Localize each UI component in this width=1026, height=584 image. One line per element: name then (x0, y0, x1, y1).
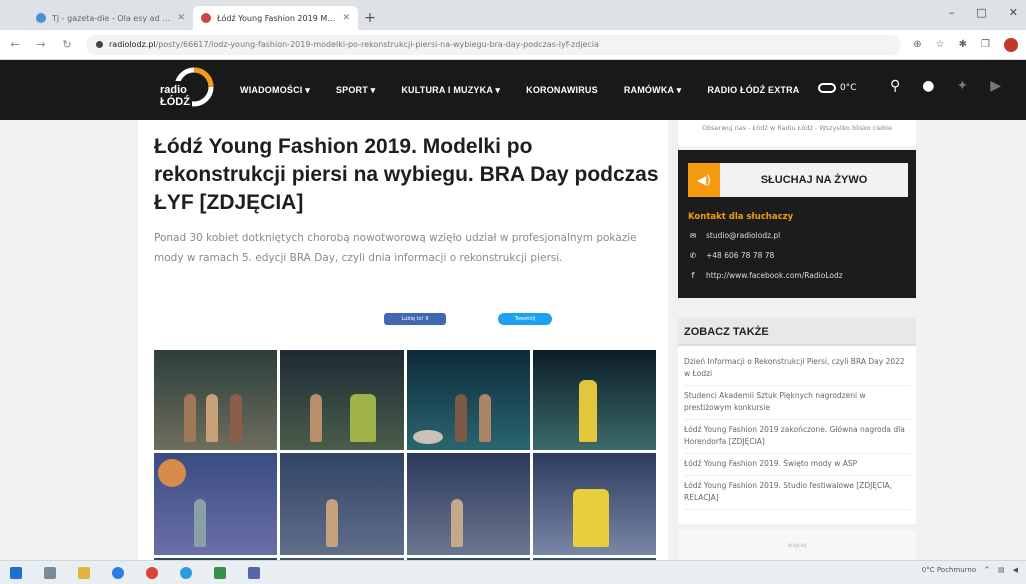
facebook-like-button[interactable]: Lubię to! 9 (384, 313, 446, 325)
page: Tj - gazeta-die - Ola esy ad kangis ✕ Łó… (0, 0, 1026, 584)
chrome-icon[interactable] (146, 566, 158, 579)
article-lead: Ponad 30 kobiet dotkniętych chorobą nowo… (154, 232, 637, 264)
twitter-icon[interactable]: ✦ (956, 78, 968, 94)
tab-search-icon[interactable]: ❐ (981, 39, 990, 50)
tab-title: Łódź Young Fashion 2019 Model (217, 13, 337, 23)
cloud-icon (818, 83, 836, 93)
nav-item-radio-lodz-extra[interactable]: RADIO ŁÓDŹ EXTRA (707, 85, 799, 95)
url-host: radiolodz.pl (109, 40, 156, 49)
url-path: /posty/66617/lodz-young-fashion-2019-mod… (155, 40, 599, 49)
contact-facebook: http://www.facebook.com/RadioLodz (706, 271, 843, 280)
reload-icon[interactable]: ↻ (60, 38, 74, 51)
weather-temperature: 0°C (840, 83, 857, 93)
contact-phone: +48 606 78 78 78 (706, 251, 775, 260)
close-tab-icon[interactable]: ✕ (342, 13, 350, 23)
gallery-photo[interactable] (280, 350, 404, 450)
lock-icon (96, 41, 103, 48)
see-also-link[interactable]: Łódź Young Fashion 2019. Święto mody w A… (684, 454, 910, 476)
navbar-icons: ⚲ ● ✦ ▶ (890, 78, 1001, 94)
window-controls: – □ ✕ (949, 6, 1018, 19)
app-icon[interactable] (180, 566, 192, 579)
close-tab-icon[interactable]: ✕ (177, 13, 185, 23)
tweet-button[interactable]: Tweetnij (498, 313, 552, 325)
nav-item-kultura-i-muzyka[interactable]: KULTURA I MUZYKA ▾ (401, 85, 500, 96)
zoom-icon[interactable]: ⊕ (913, 39, 921, 50)
nav-item-sport[interactable]: SPORT ▾ (336, 85, 375, 96)
weather-tray-text[interactable]: 0°C Pochmurno (922, 566, 976, 574)
windows-start-icon[interactable] (10, 566, 22, 579)
volume-icon[interactable]: ◀ (1013, 566, 1018, 574)
gallery-photo[interactable] (406, 350, 530, 450)
logo-text-bottom: ŁÓDŹ (160, 95, 190, 108)
contact-email-row[interactable]: ✉ studio@radiolodz.pl (688, 231, 780, 240)
tab-favicon (36, 13, 46, 23)
photo-gallery (154, 350, 656, 560)
browser-tab-active[interactable]: Łódź Young Fashion 2019 Model ✕ (193, 6, 358, 30)
nav-item-ramowka[interactable]: RAMÓWKA ▾ (624, 85, 681, 96)
bookmark-star-icon[interactable]: ☆ (936, 39, 945, 50)
contact-email: studio@radiolodz.pl (706, 231, 781, 240)
see-also-link[interactable]: Łódź Young Fashion 2019. Studio festiwal… (684, 476, 910, 510)
nav-item-wiadomosci[interactable]: WIADOMOŚCI ▾ (240, 85, 310, 96)
forward-arrow-icon[interactable]: → (34, 38, 48, 51)
see-also-heading: ZOBACZ TAKŻE (678, 318, 916, 346)
contact-phone-row[interactable]: ✆ +48 606 78 78 78 (688, 251, 774, 260)
gallery-photo[interactable] (154, 350, 278, 450)
task-view-icon[interactable] (44, 566, 56, 579)
weather-widget[interactable]: 0°C (818, 83, 857, 93)
gallery-photo[interactable] (532, 453, 656, 555)
extensions-puzzle-icon[interactable]: ✱ (959, 39, 967, 50)
gallery-photo[interactable] (532, 350, 656, 450)
radio-lodz-logo[interactable]: radio ŁÓDŹ (158, 67, 214, 111)
article-title: Łódź Young Fashion 2019. Modelki po reko… (154, 135, 659, 214)
system-tray: 0°C Pochmurno ^ ▤ ◀ (922, 566, 1018, 574)
youtube-icon[interactable]: ▶ (990, 78, 1001, 94)
listen-live-button[interactable]: ◀) SŁUCHAJ NA ŻYWO (688, 163, 908, 197)
see-also-link[interactable]: Łódź Young Fashion 2019 zakończone. Głów… (684, 420, 910, 454)
see-more-link[interactable]: więcej (678, 530, 916, 560)
windows-taskbar (0, 560, 1026, 584)
contact-heading: Kontakt dla słuchaczy (688, 212, 794, 222)
tab-favicon (201, 13, 211, 23)
see-also-link[interactable]: Studenci Akademii Sztuk Pięknych nagrodz… (684, 386, 910, 420)
browser-extensions: ⊕ ☆ ✱ ❐ (913, 37, 1018, 52)
search-icon[interactable]: ⚲ (890, 78, 900, 94)
contact-facebook-row[interactable]: f http://www.facebook.com/RadioLodz (688, 271, 843, 280)
edge-icon[interactable] (112, 566, 124, 579)
see-also-list: Dzień Informacji o Rekonstrukcji Piersi,… (684, 352, 910, 510)
phone-icon: ✆ (689, 251, 697, 260)
gallery-photo[interactable] (406, 453, 530, 555)
envelope-icon: ✉ (689, 231, 697, 240)
main-menu: WIADOMOŚCI ▾ SPORT ▾ KULTURA I MUZYKA ▾ … (240, 60, 800, 120)
gallery-photo[interactable] (280, 453, 404, 555)
tab-title: Tj - gazeta-die - Ola esy ad kangis (52, 13, 172, 23)
logo-text-top: radio (160, 84, 187, 96)
app-icon[interactable] (248, 566, 260, 579)
browser-tab[interactable]: Tj - gazeta-die - Ola esy ad kangis ✕ (28, 6, 193, 30)
network-icon[interactable]: ▤ (998, 566, 1005, 574)
sidebar-top-note: Obserwuj nas - Łódź w Radiu Łódź - Wszys… (678, 120, 916, 146)
maximize-button[interactable]: □ (976, 6, 986, 19)
browser-tab-strip: Tj - gazeta-die - Ola esy ad kangis ✕ Łó… (0, 0, 1026, 30)
nav-item-koronawirus[interactable]: KORONAWIRUS (526, 85, 598, 95)
speaker-icon: ◀) (688, 163, 720, 197)
file-explorer-icon[interactable] (78, 566, 90, 579)
close-window-button[interactable]: ✕ (1009, 6, 1018, 19)
see-also-link[interactable]: Dzień Informacji o Rekonstrukcji Piersi,… (684, 352, 910, 386)
chevron-up-icon[interactable]: ^ (984, 566, 990, 574)
app-icon[interactable] (214, 566, 226, 579)
minimize-button[interactable]: – (949, 6, 955, 19)
user-icon[interactable]: ● (922, 78, 934, 94)
address-bar[interactable]: radiolodz.pl /posty/66617/lodz-young-fas… (86, 34, 902, 55)
new-tab-button[interactable]: + (358, 6, 382, 30)
gallery-photo[interactable] (154, 453, 278, 555)
back-arrow-icon[interactable]: ← (8, 38, 22, 51)
browser-toolbar: ← → ↻ radiolodz.pl /posty/66617/lodz-you… (0, 30, 1026, 60)
facebook-icon: f (691, 271, 695, 280)
profile-avatar[interactable] (1004, 37, 1018, 52)
listen-live-label: SŁUCHAJ NA ŻYWO (720, 163, 908, 197)
